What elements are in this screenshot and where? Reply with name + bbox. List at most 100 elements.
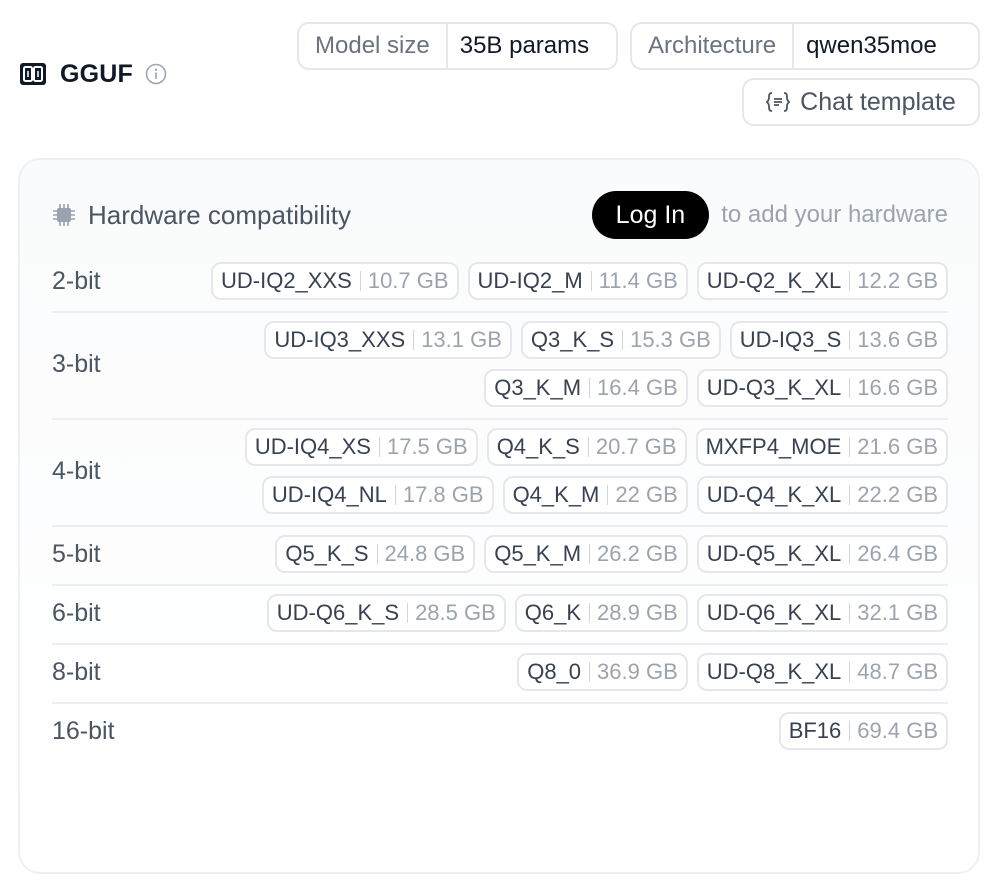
info-icon[interactable] [145, 63, 167, 85]
quant-file-tag[interactable]: MXFP4_MOE 21.6 GB [695, 428, 948, 466]
quant-name: UD-Q6_K_S [276, 600, 400, 625]
architecture-label: Architecture [632, 24, 795, 68]
quant-file-tag[interactable]: UD-IQ2_XXS 10.7 GB [211, 262, 459, 300]
quant-file-tag[interactable]: Q4_K_M 22 GB [502, 476, 688, 514]
architecture-chip: Architecture qwen35moe [630, 22, 980, 70]
bit-label: 8-bit [52, 657, 101, 686]
tag-divider [849, 544, 851, 564]
quant-name: MXFP4_MOE [705, 434, 842, 459]
quant-tags: UD-Q6_K_S 28.5 GB Q6_K 28.9 GB UD-Q6_K_XL 32.… [172, 594, 948, 632]
bit-row: 6-bit UD-Q6_K_S 28.5 GB Q6_K 28.9 GB UD-Q6_K_… [52, 586, 948, 645]
quant-file-tag[interactable]: Q4_K_S 20.7 GB [486, 428, 687, 466]
tag-divider [407, 603, 409, 623]
bit-row: 16-bit BF16 69.4 GB [52, 704, 948, 761]
quant-size: 22 GB [615, 482, 678, 507]
bit-label: 3-bit [52, 349, 101, 378]
quant-name: UD-IQ4_NL [271, 482, 387, 507]
quant-file-tag[interactable]: Q5_K_S 24.8 GB [275, 535, 476, 573]
quant-file-tag[interactable]: UD-Q5_K_XL 26.4 GB [696, 535, 948, 573]
quant-size: 48.7 GB [857, 659, 938, 684]
quant-file-tag[interactable]: Q8_0 36.9 GB [517, 653, 688, 691]
quant-tags: Q8_0 36.9 GB UD-Q8_K_XL 48.7 GB [172, 653, 948, 691]
quant-file-tag[interactable]: UD-IQ3_XXS 13.1 GB [264, 321, 512, 359]
bit-row: 2-bit UD-IQ2_XXS 10.7 GB UD-IQ2_M 11.4 GB UD-… [52, 254, 948, 313]
quant-file-tag[interactable]: Q3_K_S 15.3 GB [520, 321, 721, 359]
quant-file-tag[interactable]: Q5_K_M 26.2 GB [484, 535, 688, 573]
tag-divider [589, 544, 591, 564]
bit-row: 5-bit Q5_K_S 24.8 GB Q5_K_M 26.2 GB UD-Q5_K_X… [52, 527, 948, 586]
quant-file-tag[interactable]: UD-IQ3_S 13.6 GB [729, 321, 948, 359]
quant-file-tag[interactable]: UD-Q3_K_XL 16.6 GB [696, 369, 948, 407]
quant-file-tag[interactable]: UD-IQ2_M 11.4 GB [467, 262, 688, 300]
architecture-value: qwen35moe [806, 32, 937, 59]
quant-name: UD-Q3_K_XL [706, 375, 842, 400]
chat-template-button[interactable]: Chat template [742, 78, 980, 126]
quant-tags: UD-IQ4_XS 17.5 GB Q4_K_S 20.7 GB MXFP4_MOE 21… [172, 428, 948, 514]
quant-file-tag[interactable]: Q6_K 28.9 GB [514, 594, 688, 632]
quant-size: 21.6 GB [857, 434, 938, 459]
quant-size: 17.5 GB [386, 434, 468, 459]
quant-name: Q3_K_S [530, 327, 615, 352]
quant-name: UD-Q5_K_XL [706, 541, 842, 566]
model-size-label: Model size [299, 24, 448, 68]
quant-name: UD-IQ3_XXS [274, 327, 406, 352]
quant-size: 16.6 GB [857, 375, 938, 400]
tag-divider [413, 330, 415, 350]
tag-divider [849, 330, 851, 350]
tag-divider [359, 271, 361, 291]
bit-label: 4-bit [52, 456, 101, 485]
quant-file-tag[interactable]: UD-Q6_K_XL 32.1 GB [696, 594, 948, 632]
tag-divider [849, 662, 851, 682]
bit-row: 3-bit UD-IQ3_XXS 13.1 GB Q3_K_S 15.3 GB UD-IQ… [52, 313, 948, 420]
quant-name: UD-Q4_K_XL [706, 482, 842, 507]
quant-name: Q3_K_M [494, 375, 582, 400]
quant-file-tag[interactable]: UD-Q8_K_XL 48.7 GB [696, 653, 948, 691]
gguf-logo-icon [20, 63, 46, 85]
page-title: GGUF [60, 59, 134, 88]
quant-name: Q5_K_S [285, 541, 369, 566]
quant-tags: BF16 69.4 GB [172, 712, 948, 750]
quant-file-tag[interactable]: UD-Q6_K_S 28.5 GB [266, 594, 506, 632]
quant-file-tag[interactable]: UD-IQ4_NL 17.8 GB [261, 476, 494, 514]
quant-size: 26.2 GB [597, 541, 678, 566]
quant-size: 28.5 GB [415, 600, 496, 625]
quant-size: 10.7 GB [367, 268, 449, 293]
quant-name: Q5_K_M [494, 541, 582, 566]
login-button[interactable]: Log In [591, 191, 710, 239]
quant-file-tag[interactable]: UD-Q4_K_XL 22.2 GB [696, 476, 948, 514]
hardware-compatibility-panel: Hardware compatibility Log In to add you… [18, 158, 980, 874]
bit-label: 16-bit [52, 716, 115, 745]
tag-divider [622, 330, 624, 350]
quant-tags: Q5_K_S 24.8 GB Q5_K_M 26.2 GB UD-Q5_K_XL 26.4… [172, 535, 948, 573]
tag-divider [589, 662, 591, 682]
quant-file-tag[interactable]: Q3_K_M 16.4 GB [484, 369, 688, 407]
quant-size: 36.9 GB [597, 659, 678, 684]
tag-divider [378, 437, 380, 457]
code-braces-icon [766, 91, 791, 113]
model-size-chip: Model size 35B params [297, 22, 618, 70]
tag-divider [607, 485, 609, 505]
tag-divider [589, 603, 591, 623]
quant-file-tag[interactable]: BF16 69.4 GB [778, 712, 948, 750]
quant-size: 22.2 GB [857, 482, 938, 507]
quant-size: 16.4 GB [597, 375, 678, 400]
quant-file-tag[interactable]: UD-IQ4_XS 17.5 GB [244, 428, 478, 466]
quant-name: UD-IQ3_S [739, 327, 842, 352]
hardware-header: Hardware compatibility Log In to add you… [52, 190, 948, 240]
quant-file-tag[interactable]: UD-Q2_K_XL 12.2 GB [696, 262, 948, 300]
quant-tags: UD-IQ2_XXS 10.7 GB UD-IQ2_M 11.4 GB UD-Q2_K_… [172, 262, 948, 300]
hardware-actions: Log In to add your hardware [591, 191, 948, 239]
quant-size: 20.7 GB [595, 434, 677, 459]
gguf-title: GGUF [20, 58, 167, 90]
hardware-hint: to add your hardware [721, 201, 948, 228]
quant-name: Q6_K [524, 600, 582, 625]
bit-label: 5-bit [52, 539, 101, 568]
bit-row: 8-bit Q8_0 36.9 GB UD-Q8_K_XL 48.7 GB [52, 645, 948, 704]
tag-divider [590, 271, 592, 291]
quant-size: 69.4 GB [857, 718, 938, 743]
quant-size: 11.4 GB [598, 268, 678, 293]
tag-divider [849, 271, 851, 291]
model-size-value: 35B params [459, 32, 590, 59]
quant-name: Q4_K_M [512, 482, 600, 507]
quantization-rows: 2-bit UD-IQ2_XXS 10.7 GB UD-IQ2_M 11.4 GB UD-… [52, 254, 948, 761]
